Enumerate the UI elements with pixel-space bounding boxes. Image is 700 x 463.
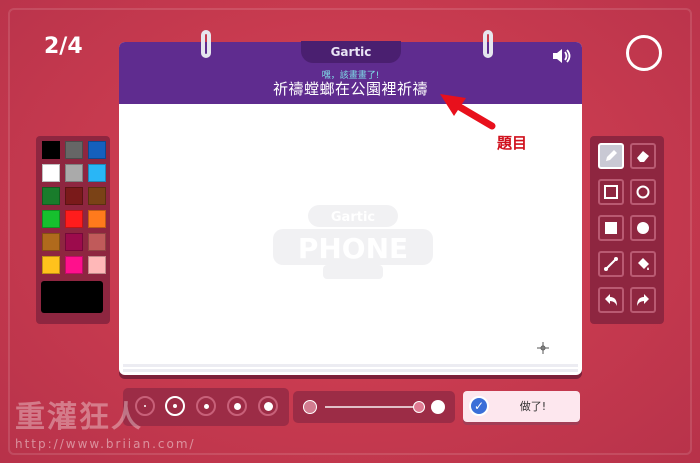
fill-bucket-icon[interactable] xyxy=(630,251,656,277)
eraser-icon[interactable] xyxy=(630,143,656,169)
undo-icon[interactable] xyxy=(598,287,624,313)
line-icon[interactable] xyxy=(598,251,624,277)
color-swatch[interactable] xyxy=(42,141,60,159)
pencil-icon[interactable] xyxy=(598,143,624,169)
color-swatch[interactable] xyxy=(65,233,83,251)
redo-icon[interactable] xyxy=(630,287,656,313)
color-swatch[interactable] xyxy=(42,187,60,205)
opacity-high-icon xyxy=(431,400,445,414)
slider-thumb[interactable] xyxy=(413,401,425,413)
brush-size-option[interactable] xyxy=(258,396,278,416)
color-swatch[interactable] xyxy=(88,164,106,182)
color-swatch[interactable] xyxy=(42,164,60,182)
opacity-low-icon xyxy=(303,400,317,414)
square-fill-icon[interactable] xyxy=(598,215,624,241)
check-icon: ✓ xyxy=(469,396,489,416)
brush-size-option[interactable] xyxy=(165,396,185,416)
timer-icon xyxy=(626,35,662,71)
round-counter: 2/4 xyxy=(44,34,83,59)
annotation-label: 題目 xyxy=(497,134,528,152)
gartic-logo: Gartic xyxy=(301,41,401,63)
drawing-board: Gartic 嘿，該畫畫了! 祈禱螳螂在公園裡祈禱 Gartic PHONE xyxy=(119,30,582,375)
square-outline-icon[interactable] xyxy=(598,179,624,205)
color-swatch[interactable] xyxy=(42,256,60,274)
paper-edge xyxy=(123,364,578,367)
color-swatch[interactable] xyxy=(88,210,106,228)
color-swatch[interactable] xyxy=(65,164,83,182)
current-color xyxy=(41,281,103,313)
done-label: 做了! xyxy=(519,400,547,413)
brush-size-option[interactable] xyxy=(227,396,247,416)
board-header: Gartic 嘿，該畫畫了! 祈禱螳螂在公園裡祈禱 xyxy=(119,30,582,104)
color-swatch[interactable] xyxy=(88,233,106,251)
paper-edge xyxy=(123,369,578,372)
annotation-arrow-icon xyxy=(440,94,496,130)
sound-icon[interactable] xyxy=(552,48,572,68)
color-swatch[interactable] xyxy=(88,141,106,159)
binder-ring-icon xyxy=(201,30,211,58)
gartic-phone-watermark: Gartic PHONE xyxy=(273,205,433,279)
site-watermark: 重灌狂人 xyxy=(15,400,143,435)
circle-fill-icon[interactable] xyxy=(630,215,656,241)
color-palette xyxy=(36,136,110,324)
color-swatch[interactable] xyxy=(65,210,83,228)
color-swatch[interactable] xyxy=(88,187,106,205)
slider-track xyxy=(325,406,413,408)
color-swatch[interactable] xyxy=(65,187,83,205)
color-swatch[interactable] xyxy=(42,210,60,228)
svg-text:PHONE: PHONE xyxy=(298,232,408,265)
crosshair-cursor-icon xyxy=(537,342,549,354)
tool-panel xyxy=(590,136,664,324)
done-button[interactable]: ✓ 做了! xyxy=(463,391,580,422)
color-swatch[interactable] xyxy=(88,256,106,274)
color-swatch[interactable] xyxy=(65,141,83,159)
brush-size-panel xyxy=(123,388,289,426)
circle-outline-icon[interactable] xyxy=(630,179,656,205)
opacity-slider[interactable] xyxy=(293,391,455,423)
color-swatch[interactable] xyxy=(65,256,83,274)
brush-size-option[interactable] xyxy=(196,396,216,416)
binder-ring-icon xyxy=(483,30,493,58)
color-swatch[interactable] xyxy=(42,233,60,251)
svg-text:Gartic: Gartic xyxy=(331,210,375,225)
prompt-text: 祈禱螳螂在公園裡祈禱 xyxy=(272,80,428,98)
site-url: http://www.briian.com/ xyxy=(15,437,196,451)
